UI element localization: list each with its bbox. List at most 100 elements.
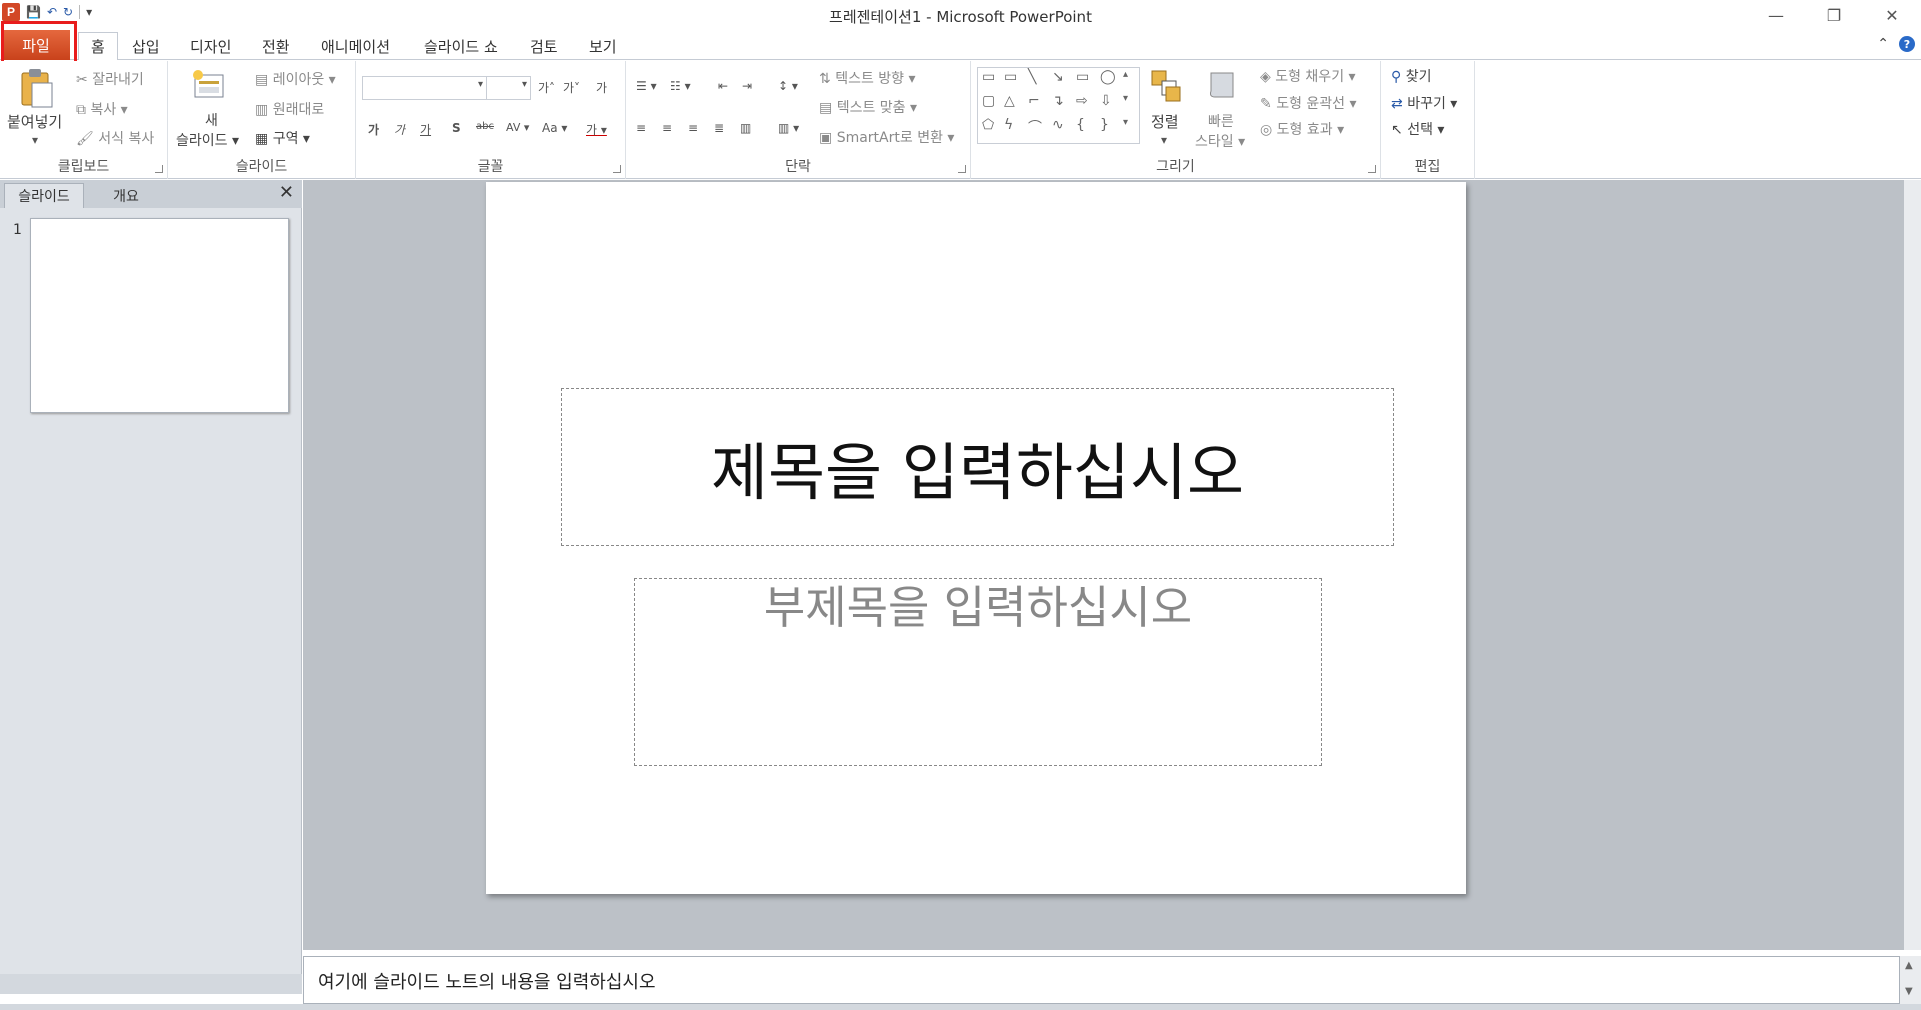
right-arrow-shape-icon[interactable]: ⇨ — [1076, 93, 1088, 109]
select-button[interactable]: ↖ 선택 ▾ — [1391, 119, 1444, 139]
arrow-line-shape-icon[interactable]: ↘ — [1052, 69, 1064, 85]
oval-shape-icon[interactable]: ◯ — [1100, 69, 1116, 85]
vertical-textbox-shape-icon[interactable]: ▭ — [1004, 69, 1017, 85]
copy-button[interactable]: ⧉ 복사 ▾ — [76, 99, 128, 119]
drawing-launcher-icon[interactable] — [1368, 165, 1376, 173]
right-brace-shape-icon[interactable]: } — [1100, 117, 1109, 133]
replace-button[interactable]: ⇄ 바꾸기 ▾ — [1391, 93, 1457, 113]
columns-button[interactable]: ▥ ▾ — [778, 121, 799, 135]
gallery-scroll-down-icon[interactable]: ▾ — [1123, 93, 1128, 104]
tab-outline[interactable]: 개요 — [86, 183, 166, 208]
align-text-button[interactable]: ▤ 텍스트 맞춤 ▾ — [819, 97, 917, 117]
title-placeholder[interactable]: 제목을 입력하십시오 — [561, 388, 1394, 546]
strikethrough-button[interactable]: abc — [476, 121, 494, 132]
paste-icon[interactable] — [16, 65, 56, 109]
notes-placeholder[interactable]: 여기에 슬라이드 노트의 내용을 입력하십시오 — [318, 968, 656, 994]
new-slide-label-1[interactable]: 새 — [205, 110, 218, 130]
find-button[interactable]: ⚲ 찾기 — [1391, 66, 1431, 86]
notes-pane[interactable]: 여기에 슬라이드 노트의 내용을 입력하십시오 — [303, 956, 1900, 1004]
close-pane-icon[interactable]: ✕ — [279, 182, 294, 203]
section-button[interactable]: ▦ 구역 ▾ — [255, 128, 310, 148]
paste-dropdown-icon[interactable]: ▾ — [32, 133, 38, 147]
new-slide-button[interactable]: 슬라이드 ▾ — [176, 130, 239, 150]
quick-styles-icon[interactable] — [1205, 67, 1239, 103]
increase-indent-button[interactable]: ⇥ — [742, 79, 752, 93]
layout-button[interactable]: ▤ 레이아웃 ▾ — [255, 69, 336, 89]
help-icon[interactable]: ? — [1899, 36, 1915, 52]
justify-button[interactable]: ≣ — [714, 121, 724, 135]
tab-slides[interactable]: 슬라이드 — [4, 183, 84, 208]
elbow-arrow-shape-icon[interactable]: ↴ — [1052, 93, 1064, 109]
shape-effects-button[interactable]: ◎ 도형 효과 ▾ — [1260, 119, 1344, 139]
align-right-button[interactable]: ≡ — [688, 121, 698, 135]
slide-canvas[interactable]: 제목을 입력하십시오 부제목을 입력하십시오 — [486, 182, 1466, 894]
scroll-down-icon[interactable]: ▼ — [1905, 986, 1913, 997]
close-button[interactable]: ✕ — [1863, 0, 1921, 30]
align-center-button[interactable]: ≡ — [662, 121, 672, 135]
scroll-up-icon[interactable]: ▲ — [1905, 960, 1913, 971]
grow-font-button[interactable]: 가˄ — [538, 79, 555, 96]
tab-insert[interactable]: 삽입 — [120, 32, 172, 60]
format-painter-button[interactable]: 🖌 서식 복사 — [76, 128, 154, 148]
tab-design[interactable]: 디자인 — [178, 32, 243, 60]
numbering-button[interactable]: ☷ ▾ — [670, 79, 691, 93]
new-slide-icon[interactable] — [192, 69, 228, 101]
char-spacing-button[interactable]: AV ▾ — [506, 121, 529, 134]
distribute-button[interactable]: ▥ — [740, 121, 751, 135]
tab-review[interactable]: 검토 — [518, 32, 570, 60]
reset-button[interactable]: ▥ 원래대로 — [255, 99, 324, 119]
text-direction-button[interactable]: ⇅ 텍스트 방향 ▾ — [819, 68, 916, 88]
tab-transitions[interactable]: 전환 — [250, 32, 302, 60]
arrange-button[interactable]: 정렬 — [1151, 111, 1179, 132]
gallery-scroll-up-icon[interactable]: ▴ — [1123, 69, 1128, 80]
bold-button[interactable]: 가 — [368, 121, 379, 138]
left-brace-shape-icon[interactable]: { — [1076, 117, 1085, 133]
shape-fill-button[interactable]: ◈ 도형 채우기 ▾ — [1260, 66, 1356, 86]
clipboard-launcher-icon[interactable] — [155, 165, 163, 173]
tab-home[interactable]: 홈 — [78, 32, 118, 60]
font-color-button[interactable]: 가 ▾ — [586, 121, 607, 138]
rounded-rect-shape-icon[interactable]: ▢ — [982, 93, 995, 109]
tab-animations[interactable]: 애니메이션 — [309, 32, 402, 60]
restore-button[interactable]: ❐ — [1805, 0, 1863, 30]
paste-button[interactable]: 붙여넣기 — [7, 111, 62, 132]
textbox-shape-icon[interactable]: ▭ — [982, 69, 995, 85]
arc-shape-icon[interactable]: ⌒ — [1028, 117, 1042, 137]
bullets-button[interactable]: ☰ ▾ — [636, 79, 657, 93]
triangle-shape-icon[interactable]: △ — [1004, 93, 1015, 109]
elbow-connector-shape-icon[interactable]: ⌐ — [1028, 93, 1040, 109]
change-case-button[interactable]: Aa ▾ — [542, 121, 567, 135]
rectangle-shape-icon[interactable]: ▭ — [1076, 69, 1089, 85]
tab-file[interactable]: 파일 — [2, 30, 70, 60]
shapes-gallery[interactable]: ▭ ▭ ╲ ↘ ▭ ◯ ▢ △ ⌐ ↴ ⇨ ⇩ ⬠ ϟ ⌒ ∿ { } ▴ ▾ … — [977, 67, 1140, 144]
smartart-convert-button[interactable]: ▣ SmartArt로 변환 ▾ — [819, 127, 954, 147]
notes-scrollbar[interactable]: ▲ ▼ — [1900, 956, 1921, 1004]
tab-slideshow[interactable]: 슬라이드 쇼 — [412, 32, 510, 60]
decrease-indent-button[interactable]: ⇤ — [718, 79, 728, 93]
font-size-combo[interactable] — [486, 76, 531, 100]
quick-styles-button[interactable]: 스타일 ▾ — [1195, 131, 1245, 151]
pentagon-shape-icon[interactable]: ⬠ — [982, 117, 994, 133]
curve-shape-icon[interactable]: ∿ — [1052, 117, 1064, 133]
align-left-button[interactable]: ≡ — [636, 121, 646, 135]
font-launcher-icon[interactable] — [613, 165, 621, 173]
minimize-ribbon-icon[interactable]: ⌃ — [1877, 36, 1889, 52]
shape-outline-button[interactable]: ✎ 도형 윤곽선 ▾ — [1260, 93, 1357, 113]
paragraph-launcher-icon[interactable] — [958, 165, 966, 173]
vertical-scrollbar[interactable] — [1904, 180, 1921, 950]
clear-format-button[interactable]: 가 — [596, 79, 607, 96]
cut-button[interactable]: ✂ 잘라내기 — [76, 69, 144, 89]
lightning-shape-icon[interactable]: ϟ — [1004, 117, 1013, 133]
shrink-font-button[interactable]: 가˅ — [563, 79, 580, 96]
italic-button[interactable]: 가 — [394, 121, 405, 138]
minimize-button[interactable]: — — [1747, 0, 1805, 30]
down-arrow-shape-icon[interactable]: ⇩ — [1100, 93, 1112, 109]
arrange-icon[interactable] — [1148, 67, 1182, 103]
font-name-combo[interactable] — [362, 76, 487, 100]
slide-thumbnail[interactable] — [30, 218, 289, 413]
gallery-more-icon[interactable]: ▾ — [1123, 117, 1128, 128]
tab-view[interactable]: 보기 — [577, 32, 629, 60]
subtitle-placeholder[interactable]: 부제목을 입력하십시오 — [634, 578, 1322, 766]
underline-button[interactable]: 가 — [420, 121, 431, 138]
shadow-button[interactable]: S — [452, 121, 461, 135]
